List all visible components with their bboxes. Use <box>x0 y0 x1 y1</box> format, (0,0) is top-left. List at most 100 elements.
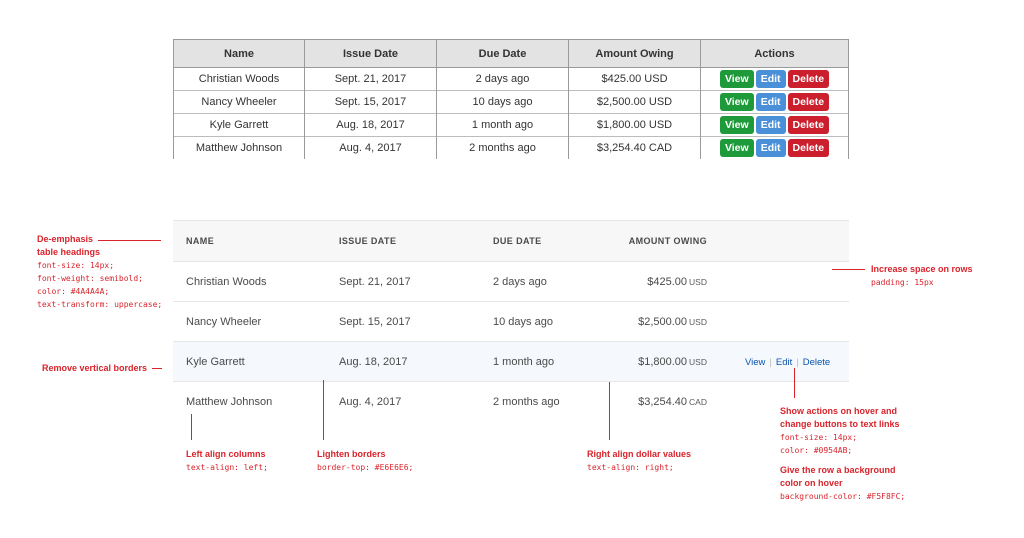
annotation-title: color on hover <box>780 478 843 488</box>
cell-issue-date: Sept. 21, 2017 <box>339 261 493 302</box>
annotation-title: Increase space on rows <box>871 264 973 274</box>
cell-due-date: 10 days ago <box>493 301 611 342</box>
cell-issue-date: Aug. 4, 2017 <box>339 381 493 421</box>
cell-due-date: 1 month ago <box>493 341 611 382</box>
cell-issue-date: Sept. 15, 2017 <box>339 301 493 342</box>
cell-actions: View Edit Delete <box>700 136 849 159</box>
table-row[interactable]: Matthew Johnson Aug. 4, 2017 2 months ag… <box>173 381 849 421</box>
cell-issue-date: Aug. 18, 2017 <box>304 113 437 137</box>
view-button[interactable]: View <box>719 93 754 111</box>
action-separator: | <box>769 356 772 368</box>
amount-value: $425.00 <box>647 275 688 288</box>
cell-due-date: 1 month ago <box>436 113 569 137</box>
cell-amount: $425.00 USD <box>568 67 701 91</box>
amount-value: $1,800.00 <box>638 355 688 368</box>
after-header-amount[interactable]: AMOUNT OWING <box>611 220 707 262</box>
annotation-title: table headings <box>37 247 101 257</box>
edit-button[interactable]: Edit <box>755 116 786 134</box>
annotation-code: background-color: #F5F8FC; <box>780 492 906 501</box>
cell-due-date: 2 months ago <box>493 381 611 421</box>
annotation-deemphasis: De-emphasis table headings font-size: 14… <box>37 233 187 311</box>
annotation-title: Remove vertical borders <box>42 363 148 373</box>
annotation-connector <box>609 382 610 440</box>
cell-amount: $1,800.00 USD <box>611 341 707 382</box>
amount-value: $2,500.00 <box>638 315 688 328</box>
cell-due-date: 2 months ago <box>436 136 569 159</box>
edit-button[interactable]: Edit <box>755 139 786 157</box>
annotation-connector <box>794 368 795 398</box>
cell-due-date: 2 days ago <box>436 67 569 91</box>
table-row: Christian Woods Sept. 21, 2017 2 days ag… <box>173 67 849 91</box>
delete-button[interactable]: Delete <box>787 139 830 157</box>
action-separator: | <box>796 356 799 368</box>
cell-actions <box>707 301 849 342</box>
view-link[interactable]: View <box>745 357 765 368</box>
annotation-connector <box>98 240 161 241</box>
cell-actions <box>707 261 849 302</box>
before-header-due-date[interactable]: Due Date <box>436 39 569 68</box>
view-button[interactable]: View <box>719 139 754 157</box>
annotation-title: change buttons to text links <box>780 419 900 429</box>
cell-actions: View | Edit | Delete <box>707 341 849 382</box>
cell-name: Nancy Wheeler <box>173 90 305 114</box>
annotation-connector <box>191 414 192 440</box>
cell-actions: View Edit Delete <box>700 90 849 114</box>
before-header-issue-date[interactable]: Issue Date <box>304 39 437 68</box>
before-header-amount[interactable]: Amount Owing <box>568 39 701 68</box>
cell-amount: $1,800.00 USD <box>568 113 701 137</box>
before-header-name[interactable]: Name <box>173 39 305 68</box>
cell-actions: View Edit Delete <box>700 113 849 137</box>
delete-button[interactable]: Delete <box>787 116 830 134</box>
cell-amount: $425.00 USD <box>611 261 707 302</box>
annotation-title: Give the row a background <box>780 465 896 475</box>
currency-code: USD <box>689 316 707 327</box>
delete-button[interactable]: Delete <box>787 93 830 111</box>
annotation-code: padding: 15px <box>871 278 934 287</box>
annotation-code: border-top: #E6E6E6; <box>317 463 414 472</box>
edit-link[interactable]: Edit <box>776 357 792 368</box>
currency-code: USD <box>689 276 707 287</box>
annotation-code: font-size: 14px; <box>37 261 115 270</box>
annotation-code: text-align: right; <box>587 463 674 472</box>
table-row[interactable]: Christian Woods Sept. 21, 2017 2 days ag… <box>173 261 849 302</box>
cell-name: Matthew Johnson <box>173 381 339 421</box>
cell-name: Kyle Garrett <box>173 341 339 382</box>
cell-amount: $3,254.40 CAD <box>568 136 701 159</box>
annotation-title: Right align dollar values <box>587 449 692 459</box>
currency-code: USD <box>689 356 707 367</box>
annotation-connector <box>323 380 324 440</box>
after-header-actions <box>707 220 849 262</box>
cell-issue-date: Aug. 4, 2017 <box>304 136 437 159</box>
delete-button[interactable]: Delete <box>787 70 830 88</box>
table-row[interactable]: Nancy Wheeler Sept. 15, 2017 10 days ago… <box>173 301 849 342</box>
annotation-remove-borders: Remove vertical borders <box>42 362 162 375</box>
edit-button[interactable]: Edit <box>755 70 786 88</box>
after-header-name[interactable]: NAME <box>173 220 339 262</box>
cell-name: Nancy Wheeler <box>173 301 339 342</box>
annotation-code: font-size: 14px; <box>780 433 858 442</box>
delete-link[interactable]: Delete <box>803 357 830 368</box>
cell-name: Christian Woods <box>173 261 339 302</box>
cell-amount: $2,500.00 USD <box>611 301 707 342</box>
cell-name: Matthew Johnson <box>173 136 305 159</box>
annotation-title: Left align columns <box>186 449 266 459</box>
cell-name: Christian Woods <box>173 67 305 91</box>
after-header-due-date[interactable]: DUE DATE <box>493 220 611 262</box>
annotation-show-actions: Show actions on hover and change buttons… <box>780 405 930 457</box>
annotation-connector <box>152 368 162 369</box>
annotation-code: text-transform: uppercase; <box>37 300 163 309</box>
edit-button[interactable]: Edit <box>755 93 786 111</box>
amount-value: $3,254.40 <box>638 395 688 408</box>
after-table: NAME ISSUE DATE DUE DATE AMOUNT OWING Ch… <box>173 220 849 421</box>
before-header-row: Name Issue Date Due Date Amount Owing Ac… <box>173 39 849 68</box>
table-row-hovered[interactable]: Kyle Garrett Aug. 18, 2017 1 month ago $… <box>173 341 849 382</box>
after-header-row: NAME ISSUE DATE DUE DATE AMOUNT OWING <box>173 220 849 262</box>
currency-code: CAD <box>689 396 707 407</box>
annotation-right-align: Right align dollar values text-align: ri… <box>587 448 717 474</box>
cell-issue-date: Sept. 21, 2017 <box>304 67 437 91</box>
view-button[interactable]: View <box>719 116 754 134</box>
after-header-issue-date[interactable]: ISSUE DATE <box>339 220 493 262</box>
annotation-title: Show actions on hover and <box>780 406 898 416</box>
annotation-code: color: #4A4A4A; <box>37 287 110 296</box>
view-button[interactable]: View <box>719 70 754 88</box>
